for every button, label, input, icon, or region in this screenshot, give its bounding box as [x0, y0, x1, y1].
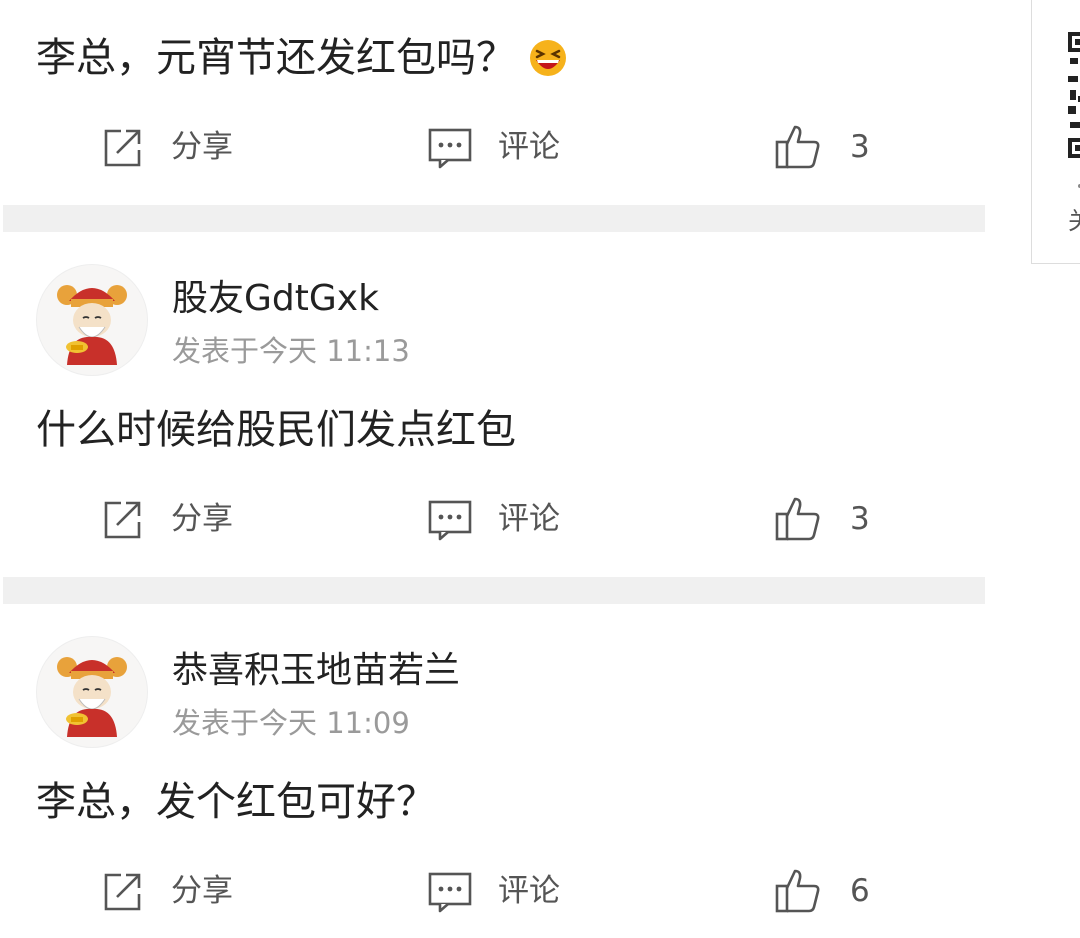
share-button[interactable]: 分享	[101, 494, 233, 544]
share-label: 分享	[171, 872, 233, 909]
action-bar: 分享 评论 6	[0, 866, 985, 916]
comment-button[interactable]: 评论	[428, 866, 560, 916]
username[interactable]: 股友GdtGxk	[172, 281, 379, 317]
share-icon	[104, 129, 141, 167]
comment-button[interactable]: 评论	[428, 494, 560, 544]
qr-code-card[interactable]: 关	[1031, 0, 1080, 264]
comment-icon	[428, 872, 472, 913]
comment-content: 李总，发个红包可好？	[36, 782, 436, 822]
comment-text: 什么时候给股民们发点红包	[36, 407, 516, 453]
share-label: 分享	[171, 500, 233, 537]
like-count: 3	[850, 128, 870, 165]
god-of-wealth-avatar-icon	[57, 657, 127, 737]
comment-button[interactable]: 评论	[428, 122, 560, 172]
comment-label: 评论	[498, 128, 560, 165]
thumbs-up-icon	[775, 497, 820, 541]
comment-text: 李总，发个红包可好？	[36, 779, 436, 825]
like-button[interactable]: 6	[774, 866, 870, 916]
action-bar: 分享 评论 3	[0, 122, 985, 172]
comment-icon	[428, 500, 472, 541]
comment-feed: 李总，元宵节还发红包吗？ 分享 评论 3 股友GdtGxk 发表于今天 11:1…	[0, 0, 985, 938]
post-divider	[3, 205, 985, 232]
share-icon	[104, 501, 141, 539]
share-button[interactable]: 分享	[101, 122, 233, 172]
like-count: 3	[850, 500, 870, 537]
comment-icon	[428, 128, 472, 169]
comment-content: 李总，元宵节还发红包吗？	[36, 38, 568, 78]
like-count: 6	[850, 872, 870, 909]
thumbs-up-icon	[775, 869, 820, 913]
action-bar: 分享 评论 3	[0, 494, 985, 544]
share-button[interactable]: 分享	[101, 866, 233, 916]
like-button[interactable]: 3	[774, 494, 870, 544]
username[interactable]: 恭喜积玉地苗若兰	[172, 653, 460, 689]
qr-caption: 关	[1068, 209, 1080, 233]
comment-label: 评论	[498, 500, 560, 537]
user-avatar[interactable]	[36, 264, 148, 376]
god-of-wealth-avatar-icon	[57, 285, 127, 365]
grinning-squint-emoji-icon	[528, 38, 568, 78]
thumbs-up-icon	[775, 125, 820, 169]
comment-label: 评论	[498, 872, 560, 909]
user-avatar[interactable]	[36, 636, 148, 748]
comment-content: 什么时候给股民们发点红包	[36, 410, 516, 450]
post-time: 发表于今天 11:13	[172, 334, 410, 368]
share-label: 分享	[171, 128, 233, 165]
post-time: 发表于今天 11:09	[172, 706, 410, 740]
post-divider	[3, 577, 985, 604]
share-icon	[104, 873, 141, 911]
like-button[interactable]: 3	[774, 122, 870, 172]
comment-text: 李总，元宵节还发红包吗？	[36, 35, 516, 81]
qr-code-icon	[1068, 32, 1080, 158]
